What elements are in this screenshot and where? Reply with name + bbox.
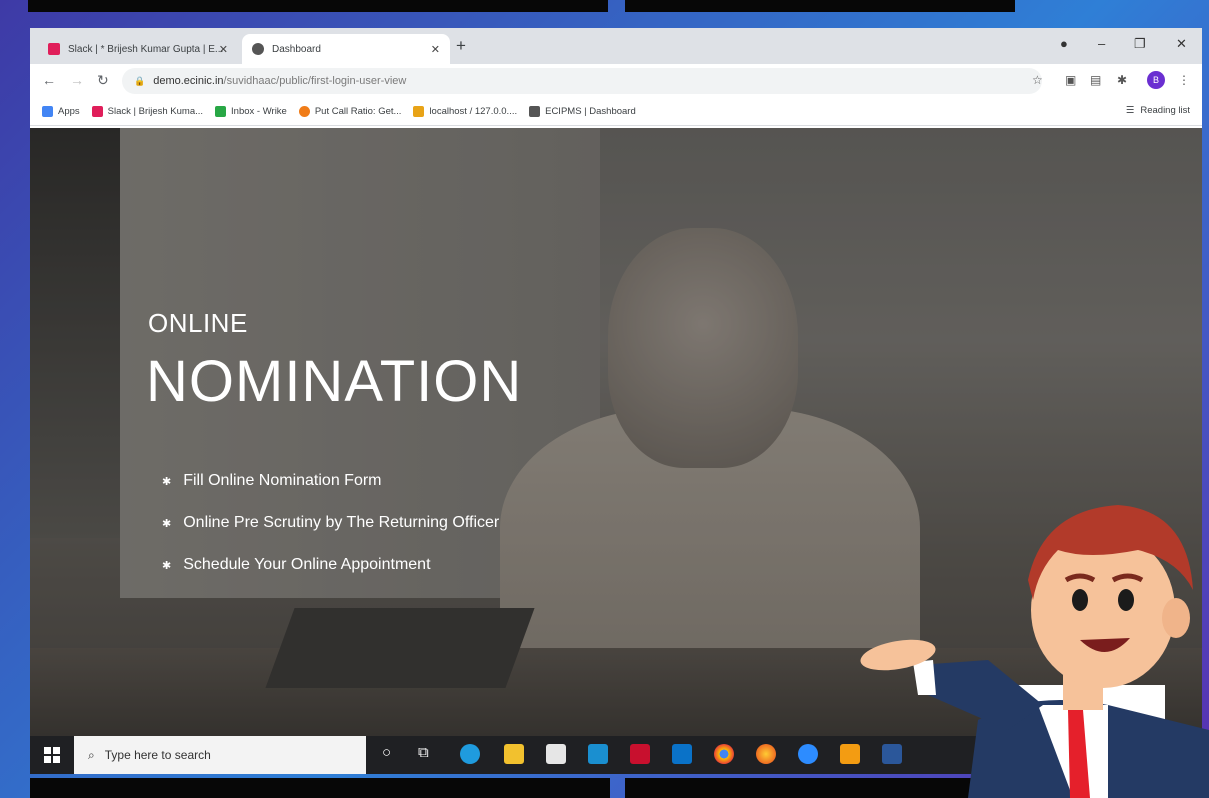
close-tab-icon[interactable]: ✕ (431, 43, 440, 56)
bookmark-slack[interactable]: Slack | Brijesh Kuma... (91, 106, 204, 117)
search-placeholder: Type here to search (104, 748, 211, 762)
circle-icon (298, 106, 310, 117)
cortana-icon[interactable]: ○ (382, 744, 391, 761)
zoom-icon[interactable] (798, 744, 818, 764)
bookmark-apps[interactable]: Apps (42, 106, 80, 117)
bookmark-label: Slack | Brijesh Kuma... (107, 106, 204, 117)
chrome-icon[interactable] (714, 744, 734, 764)
frame-bottom-left (30, 778, 610, 798)
tab-label: Slack | * Brijesh Kumar Gupta | E... (68, 43, 224, 55)
firefox-icon[interactable] (756, 744, 776, 764)
forward-icon[interactable]: → (70, 72, 84, 88)
url-host: demo.ecinic.in (153, 75, 224, 87)
bullet-star-icon: ✱ (162, 559, 172, 572)
task-view-icon[interactable]: ⧉ (418, 744, 429, 761)
l-app-icon[interactable] (588, 744, 608, 764)
star-icon[interactable]: ☆ (1032, 73, 1043, 87)
globe-icon (252, 43, 264, 55)
bookmark-label: Apps (58, 106, 80, 117)
menu-icon[interactable]: ⋮ (1178, 73, 1190, 87)
lock-icon: 🔒 (134, 75, 146, 86)
presenter-mascot-illustration (860, 505, 1209, 798)
feature-list: ✱ Fill Online Nomination Form ✱ Online Pre… (162, 460, 499, 586)
extension-icon[interactable]: ▣ (1065, 73, 1076, 87)
new-tab-button[interactable]: + (456, 36, 466, 56)
mcafee-icon[interactable] (630, 744, 650, 764)
record-icon[interactable]: ● (1060, 36, 1068, 51)
app-icon[interactable] (840, 744, 860, 764)
list-item: ✱ Online Pre Scrutiny by The Returning Of… (162, 502, 499, 544)
bookmark-label: Put Call Ratio: Get... (314, 106, 402, 117)
back-icon[interactable]: ← (42, 72, 56, 88)
windows-start-icon[interactable] (44, 747, 60, 763)
reading-list-icon: ☰ (1125, 105, 1135, 116)
document-icon (529, 106, 541, 117)
bookmark-label: ECIPMS | Dashboard (545, 106, 636, 117)
puzzle-icon[interactable]: ✱ (1117, 73, 1127, 87)
maximize-button[interactable]: ❐ (1134, 36, 1146, 52)
feature-text: Schedule Your Online Appointment (183, 556, 431, 573)
bookmark-putcall[interactable]: Put Call Ratio: Get... (298, 106, 402, 117)
slack-icon (91, 106, 103, 117)
bookmark-label: localhost / 127.0.0.... (429, 106, 518, 117)
frame-top-right (625, 0, 1015, 12)
reading-list-label: Reading list (1140, 105, 1190, 116)
tab-strip: Slack | * Brijesh Kumar Gupta | E... ✕ D… (30, 28, 1202, 64)
bookmark-localhost[interactable]: localhost / 127.0.0.... (413, 106, 517, 117)
bullet-star-icon: ✱ (162, 517, 172, 530)
check-icon (215, 106, 227, 117)
tab-label: Dashboard (272, 43, 321, 55)
mail-icon[interactable] (672, 744, 692, 764)
bookmark-label: Inbox - Wrike (231, 106, 287, 117)
apps-grid-icon (42, 106, 53, 117)
list-item: ✱ Schedule Your Online Appointment (162, 544, 499, 586)
frame-top-left (28, 0, 608, 12)
bookmark-wrike[interactable]: Inbox - Wrike (215, 106, 287, 117)
close-tab-icon[interactable]: ✕ (219, 43, 228, 56)
search-icon: ⌕ (88, 747, 95, 762)
bookmarks-bar: Apps Slack | Brijesh Kuma... Inbox - Wri… (30, 98, 1202, 126)
tab-slack[interactable]: Slack | * Brijesh Kumar Gupta | E... ✕ (38, 34, 238, 64)
file-explorer-icon[interactable] (504, 744, 524, 764)
bullet-star-icon: ✱ (162, 475, 172, 488)
address-bar[interactable]: 🔒 demo.ecinic.in /suvidhaac/public/first… (122, 68, 1042, 94)
url-path: /suvidhaac/public/first-login-user-view (223, 75, 407, 87)
reading-list[interactable]: ☰ Reading list (1126, 105, 1190, 116)
phpmyadmin-icon (413, 106, 425, 117)
hero-title: NOMINATION (146, 349, 523, 414)
tab-dashboard[interactable]: Dashboard ✕ (242, 34, 450, 64)
reload-icon[interactable]: ↻ (97, 72, 109, 89)
bookmark-ecipms[interactable]: ECIPMS | Dashboard (529, 106, 636, 117)
slack-icon (48, 43, 60, 55)
edge-icon[interactable] (460, 744, 480, 764)
list-item: ✱ Fill Online Nomination Form (162, 460, 499, 502)
store-icon[interactable] (546, 744, 566, 764)
taskbar-search-input[interactable]: ⌕ Type here to search (74, 736, 366, 774)
profile-avatar[interactable]: B (1147, 71, 1165, 89)
extension-icon[interactable]: ▤ (1090, 73, 1101, 87)
feature-text: Fill Online Nomination Form (183, 472, 382, 489)
minimize-button[interactable]: – (1098, 36, 1105, 51)
hero-subtitle: ONLINE (148, 308, 248, 338)
feature-text: Online Pre Scrutiny by The Returning Off… (183, 514, 500, 531)
close-window-button[interactable]: ✕ (1176, 36, 1187, 52)
